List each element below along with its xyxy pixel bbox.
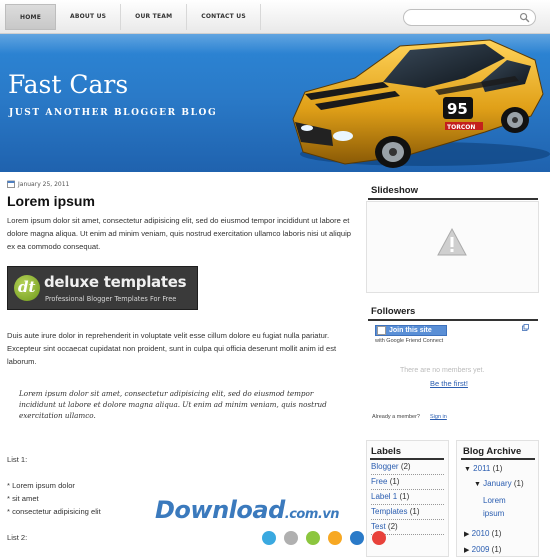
top-navigation-bar: HOME ABOUT US OUR TEAM CONTACT US [0,0,550,34]
label-item: Templates (1) [371,505,444,520]
watermark-suffix: .com.vn [284,507,340,522]
archive-rule [461,458,535,460]
sports-car-image: 95 TORCON [292,39,550,168]
search-input[interactable] [403,9,536,26]
google-friend-connect-icon [377,326,386,335]
site-header: Fast Cars JUST ANOTHER BLOGGER BLOG 95 T… [0,34,550,172]
blog-archive-title: Blog Archive [463,446,522,457]
join-label: Join this site [389,327,432,334]
archive-link-2009[interactable]: 2009 [472,545,490,554]
watermark-dot [284,531,298,545]
already-member-text: Already a member? [372,414,420,420]
label-link-blogger[interactable]: Blogger [371,462,399,471]
collapsed-triangle-icon[interactable]: ▶ [464,547,469,554]
label-link-label-1[interactable]: Label 1 [371,492,397,501]
followers-rule [368,319,538,321]
label-item: Free (1) [371,475,444,490]
sign-in-link[interactable]: Sign in [430,414,447,420]
label-count: (2) [400,462,411,471]
label-link-free[interactable]: Free [371,477,387,486]
label-link-test[interactable]: Test [371,522,386,531]
watermark-dot [328,531,342,545]
archive-month-january: ▼ January (1) [474,479,524,488]
post-date: January 25, 2011 [7,180,69,188]
expanded-triangle-icon[interactable]: ▼ [464,466,471,473]
expanded-triangle-icon[interactable]: ▼ [474,481,481,488]
label-item: Label 1 (1) [371,490,444,505]
site-title[interactable]: Fast Cars [8,70,128,99]
search-icon[interactable] [519,12,530,23]
archive-year-2011: ▼ 2011 (1) [464,464,502,473]
site-description: JUST ANOTHER BLOGGER BLOG [9,108,218,118]
car-sponsor: TORCON [447,124,475,131]
archive-year-2010: ▶ 2010 (1) [464,529,501,538]
followers-title: Followers [371,306,416,317]
banner-logo-letter: dt [18,278,36,296]
watermark-dot [306,531,320,545]
broken-image-warning-icon [437,227,467,256]
archive-link-2010[interactable]: 2010 [472,529,490,538]
join-this-site-button[interactable]: Join this site [375,325,447,336]
label-item: Blogger (2) [371,460,444,475]
main-menu: HOME ABOUT US OUR TEAM CONTACT US [5,4,261,30]
archive-link-2011[interactable]: 2011 [473,464,490,473]
car-number: 95 [447,100,468,118]
banner-title: deluxe templates [44,273,187,291]
archive-post: Lorem ipsum [483,494,528,520]
archive-count: (1) [513,479,524,488]
list-1-label: List 1: [7,455,28,464]
archive-year-2009: ▶ 2009 (1) [464,545,501,554]
gfc-caption: with Google Friend Connect [375,338,444,344]
post-paragraph-2: Duis aute irure dolor in reprehenderit i… [7,331,337,366]
watermark-dot [372,531,386,545]
label-count: (2) [387,522,398,531]
collapsed-triangle-icon[interactable]: ▶ [464,531,469,538]
label-count: (1) [399,492,410,501]
archive-count: (1) [492,464,503,473]
nav-our-team[interactable]: OUR TEAM [121,4,188,30]
post-title[interactable]: Lorem ipsum [7,193,95,209]
label-count: (1) [409,507,420,516]
no-members-text: There are no members yet. [400,367,485,374]
list-2-label: List 2: [7,533,28,542]
calendar-icon [7,180,15,188]
archive-link-january[interactable]: January [483,479,511,488]
watermark-dot [262,531,276,545]
label-link-templates[interactable]: Templates [371,507,407,516]
post-paragraph-1: Lorem ipsum dolor sit amet, consectetur … [7,216,351,251]
label-count: (1) [389,477,400,486]
slideshow-rule [368,198,538,200]
download-watermark: Download.com.vn [155,496,340,524]
banner-subtitle: Professional Blogger Templates For Free [45,295,177,303]
watermark-text: Download [155,496,285,524]
list-item: * consectetur adipisicing elit [7,507,101,516]
be-the-first-link[interactable]: Be the first! [430,379,468,388]
archive-count: (1) [491,529,502,538]
watermark-dot [350,531,364,545]
post-blockquote: Lorem ipsum dolor sit amet, consectetur … [19,389,327,420]
deluxe-templates-logo: dt [14,275,40,301]
labels-title: Labels [371,446,402,457]
nav-about-us[interactable]: ABOUT US [56,4,122,30]
archive-count: (1) [491,545,502,554]
post-date-text: January 25, 2011 [18,180,70,188]
list-item: * Lorem ipsum dolor [7,481,75,490]
deluxe-templates-banner[interactable]: dt deluxe templates Professional Blogger… [7,266,198,310]
nav-home[interactable]: HOME [5,4,56,30]
list-item: * sit amet [7,494,39,503]
slideshow-title: Slideshow [371,185,418,196]
expand-icon[interactable] [522,324,529,331]
nav-contact-us[interactable]: CONTACT US [187,4,261,30]
archive-post-link[interactable]: Lorem ipsum [483,496,506,518]
